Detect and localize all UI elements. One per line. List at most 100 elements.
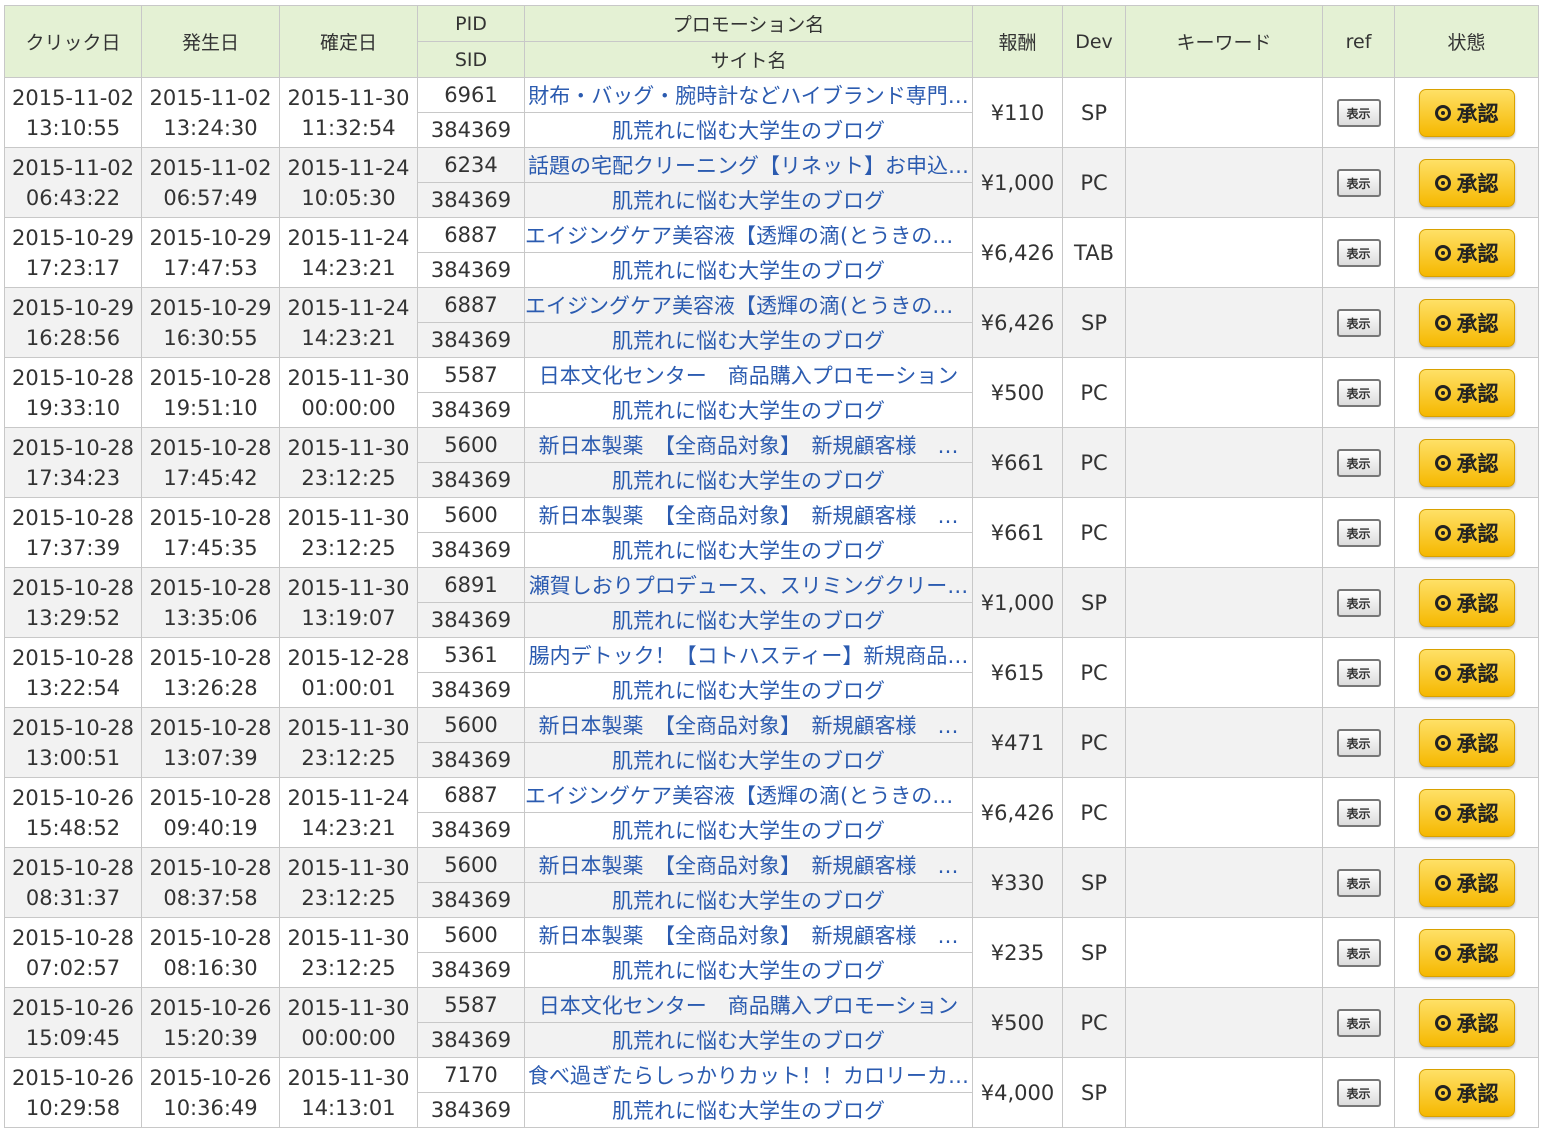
status-approved-button[interactable]: 承認 [1418, 858, 1515, 907]
reward-cell: ¥471 [972, 707, 1063, 778]
promotion-link[interactable]: 腸内デトック！【コトハスティー】新規商品… [526, 640, 972, 670]
click-date: 2015-10-26 [11, 995, 135, 1020]
confirm-date: 2015-11-24 [287, 225, 410, 250]
reward-cell: ¥235 [972, 917, 1063, 988]
sid-cell: 384369 [417, 392, 525, 428]
reward-cell: ¥6,426 [972, 287, 1063, 358]
header-click-date[interactable]: クリック日 [4, 5, 142, 78]
site-link[interactable]: 肌荒れに悩む大学生のブログ [526, 885, 972, 915]
site-link[interactable]: 肌荒れに悩む大学生のブログ [526, 1095, 972, 1125]
click-time: 15:48:52 [25, 815, 121, 840]
status-approved-button[interactable]: 承認 [1418, 158, 1515, 207]
promotion-link[interactable]: 食べ過ぎたらしっかりカット！！カロリーカ… [526, 1060, 972, 1090]
ref-show-button[interactable]: 表示 [1336, 658, 1381, 687]
promotion-link[interactable]: 日本文化センター 商品購入プロモーション [526, 360, 972, 390]
ref-show-button[interactable]: 表示 [1336, 168, 1381, 197]
circle-dot-icon [1434, 664, 1451, 681]
site-link[interactable]: 肌荒れに悩む大学生のブログ [526, 675, 972, 705]
promotion-link[interactable]: エイジングケア美容液【透輝の滴(とうきのし… [526, 290, 972, 320]
promotion-link[interactable]: 財布・バッグ・腕時計などハイブランド専門… [526, 80, 972, 110]
confirm-datetime: 2015-11-30 13:19:07 [279, 567, 418, 638]
promotion-link[interactable]: 新日本製薬 【全商品対象】 新規顧客様 … [526, 500, 972, 530]
status-approved-button[interactable]: 承認 [1418, 998, 1515, 1047]
promotion-link[interactable]: エイジングケア美容液【透輝の滴(とうきのし… [526, 220, 972, 250]
occur-time: 13:26:28 [163, 675, 258, 700]
status-approved-button[interactable]: 承認 [1418, 508, 1515, 557]
ref-show-button[interactable]: 表示 [1336, 1078, 1381, 1107]
promotion-link[interactable]: 日本文化センター 商品購入プロモーション [526, 990, 972, 1020]
site-link[interactable]: 肌荒れに悩む大学生のブログ [526, 465, 972, 495]
header-ref[interactable]: ref [1322, 5, 1395, 78]
ref-show-button[interactable]: 表示 [1336, 938, 1381, 967]
promotion-link[interactable]: 新日本製薬 【全商品対象】 新規顧客様 … [526, 710, 972, 740]
status-approved-button[interactable]: 承認 [1418, 1068, 1515, 1117]
status-cell: 承認 [1394, 637, 1539, 708]
site-cell: 肌荒れに悩む大学生のブログ [524, 1092, 973, 1128]
promotion-link[interactable]: エイジングケア美容液【透輝の滴(とうきのし… [526, 780, 972, 810]
site-link[interactable]: 肌荒れに悩む大学生のブログ [526, 605, 972, 635]
header-status[interactable]: 状態 [1394, 5, 1539, 78]
header-sid[interactable]: SID [417, 41, 525, 78]
circle-dot-icon [1434, 944, 1451, 961]
site-link[interactable]: 肌荒れに悩む大学生のブログ [526, 815, 972, 845]
site-link[interactable]: 肌荒れに悩む大学生のブログ [526, 395, 972, 425]
ref-show-button[interactable]: 表示 [1336, 798, 1381, 827]
sid-cell: 384369 [417, 952, 525, 988]
promotion-link[interactable]: 新日本製薬 【全商品対象】 新規顧客様 … [526, 430, 972, 460]
promotion-cell: 新日本製薬 【全商品対象】 新規顧客様 … [524, 917, 973, 953]
ref-show-button[interactable]: 表示 [1336, 728, 1381, 757]
ref-show-button[interactable]: 表示 [1336, 1008, 1381, 1037]
status-approved-button[interactable]: 承認 [1418, 718, 1515, 767]
ref-show-button[interactable]: 表示 [1336, 588, 1381, 617]
header-confirm-date[interactable]: 確定日 [279, 5, 418, 78]
confirm-datetime: 2015-11-30 11:32:54 [279, 77, 418, 148]
site-link[interactable]: 肌荒れに悩む大学生のブログ [526, 535, 972, 565]
status-approved-button[interactable]: 承認 [1418, 228, 1515, 277]
status-approved-button[interactable]: 承認 [1418, 438, 1515, 487]
ref-show-button[interactable]: 表示 [1336, 448, 1381, 477]
status-approved-button[interactable]: 承認 [1418, 928, 1515, 977]
circle-dot-icon [1434, 314, 1451, 331]
site-link[interactable]: 肌荒れに悩む大学生のブログ [526, 745, 972, 775]
site-link[interactable]: 肌荒れに悩む大学生のブログ [526, 115, 972, 145]
table-row: 2015-10-28 07:02:57 2015-10-28 08:16:30 2015… [4, 917, 1539, 988]
header-reward[interactable]: 報酬 [972, 5, 1063, 78]
site-link[interactable]: 肌荒れに悩む大学生のブログ [526, 255, 972, 285]
ref-show-button[interactable]: 表示 [1336, 98, 1381, 127]
keyword-cell [1125, 987, 1323, 1058]
status-approved-button[interactable]: 承認 [1418, 578, 1515, 627]
promotion-link[interactable]: 新日本製薬 【全商品対象】 新規顧客様 … [526, 850, 972, 880]
confirm-time: 13:19:07 [301, 605, 396, 630]
status-approved-button[interactable]: 承認 [1418, 788, 1515, 837]
site-link[interactable]: 肌荒れに悩む大学生のブログ [526, 185, 972, 215]
ref-show-button[interactable]: 表示 [1336, 308, 1381, 337]
ref-show-button[interactable]: 表示 [1336, 378, 1381, 407]
status-approved-button[interactable]: 承認 [1418, 88, 1515, 137]
status-approved-button[interactable]: 承認 [1418, 298, 1515, 347]
confirm-datetime: 2015-11-24 14:23:21 [279, 777, 418, 848]
sid-cell: 384369 [417, 672, 525, 708]
click-time: 17:23:17 [25, 255, 121, 280]
header-keyword[interactable]: キーワード [1125, 5, 1323, 78]
click-date: 2015-10-29 [11, 295, 135, 320]
status-approved-button[interactable]: 承認 [1418, 648, 1515, 697]
ref-show-button[interactable]: 表示 [1336, 238, 1381, 267]
promotion-link[interactable]: 瀬賀しおりプロデュース、スリミングクリー… [526, 570, 972, 600]
status-approved-button[interactable]: 承認 [1418, 368, 1515, 417]
site-link[interactable]: 肌荒れに悩む大学生のブログ [526, 325, 972, 355]
promotion-link[interactable]: 話題の宅配クリーニング【リネット】お申込… [526, 150, 972, 180]
header-occur-date[interactable]: 発生日 [141, 5, 280, 78]
header-promotion[interactable]: プロモーション名 [524, 5, 973, 42]
site-link[interactable]: 肌荒れに悩む大学生のブログ [526, 1025, 972, 1055]
ref-show-button[interactable]: 表示 [1336, 518, 1381, 547]
ref-show-button[interactable]: 表示 [1336, 868, 1381, 897]
promotion-link[interactable]: 新日本製薬 【全商品対象】 新規顧客様 … [526, 920, 972, 950]
header-device[interactable]: Dev [1062, 5, 1126, 78]
device-cell: SP [1062, 77, 1126, 148]
site-link[interactable]: 肌荒れに悩む大学生のブログ [526, 955, 972, 985]
occur-time: 19:51:10 [163, 395, 258, 420]
status-cell: 承認 [1394, 567, 1539, 638]
header-site[interactable]: サイト名 [524, 41, 973, 78]
header-pid[interactable]: PID [417, 5, 525, 42]
circle-dot-icon [1434, 874, 1451, 891]
